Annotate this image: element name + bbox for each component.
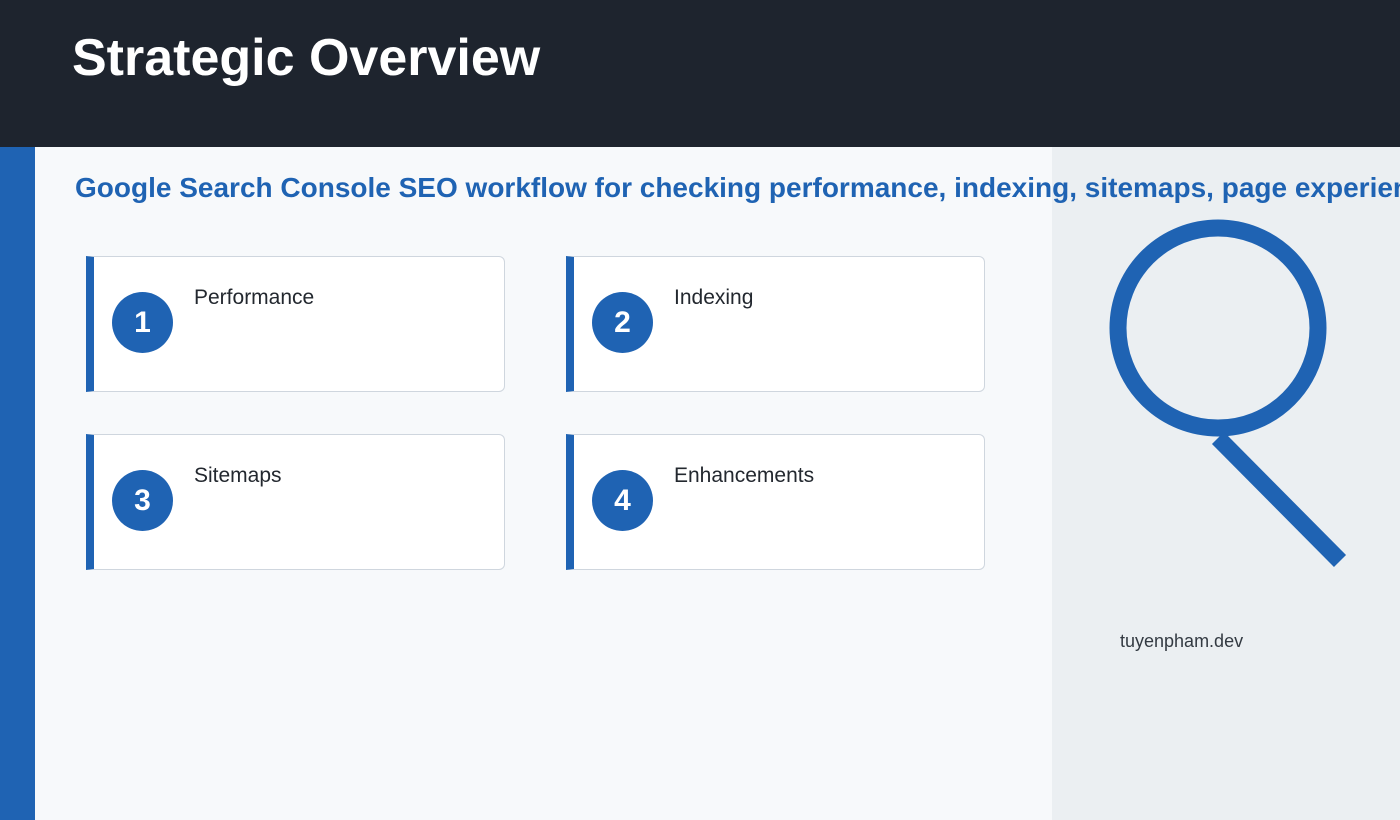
step-card-enhancements: 4 Enhancements <box>566 434 985 570</box>
step-label: Indexing <box>674 286 754 309</box>
site-credit: tuyenpham.dev <box>1120 631 1244 651</box>
step-number-badge: 1 <box>112 292 173 353</box>
left-accent-stripe <box>0 147 35 820</box>
slide-subtitle: Google Search Console SEO workflow for c… <box>75 172 1400 203</box>
step-card-sitemaps: 3 Sitemaps <box>86 434 505 570</box>
step-label: Enhancements <box>674 464 815 487</box>
step-number-badge: 3 <box>112 470 173 531</box>
step-label: Sitemaps <box>194 464 282 487</box>
page-title: Strategic Overview <box>72 29 541 87</box>
magnifying-glass-icon <box>1109 219 1347 567</box>
step-card-indexing: 2 Indexing <box>566 256 985 392</box>
step-number-badge: 2 <box>592 292 653 353</box>
header-bar: Strategic Overview <box>0 0 1400 147</box>
step-number-badge: 4 <box>592 470 653 531</box>
step-label: Performance <box>194 286 315 309</box>
step-card-performance: 1 Performance <box>86 256 505 392</box>
